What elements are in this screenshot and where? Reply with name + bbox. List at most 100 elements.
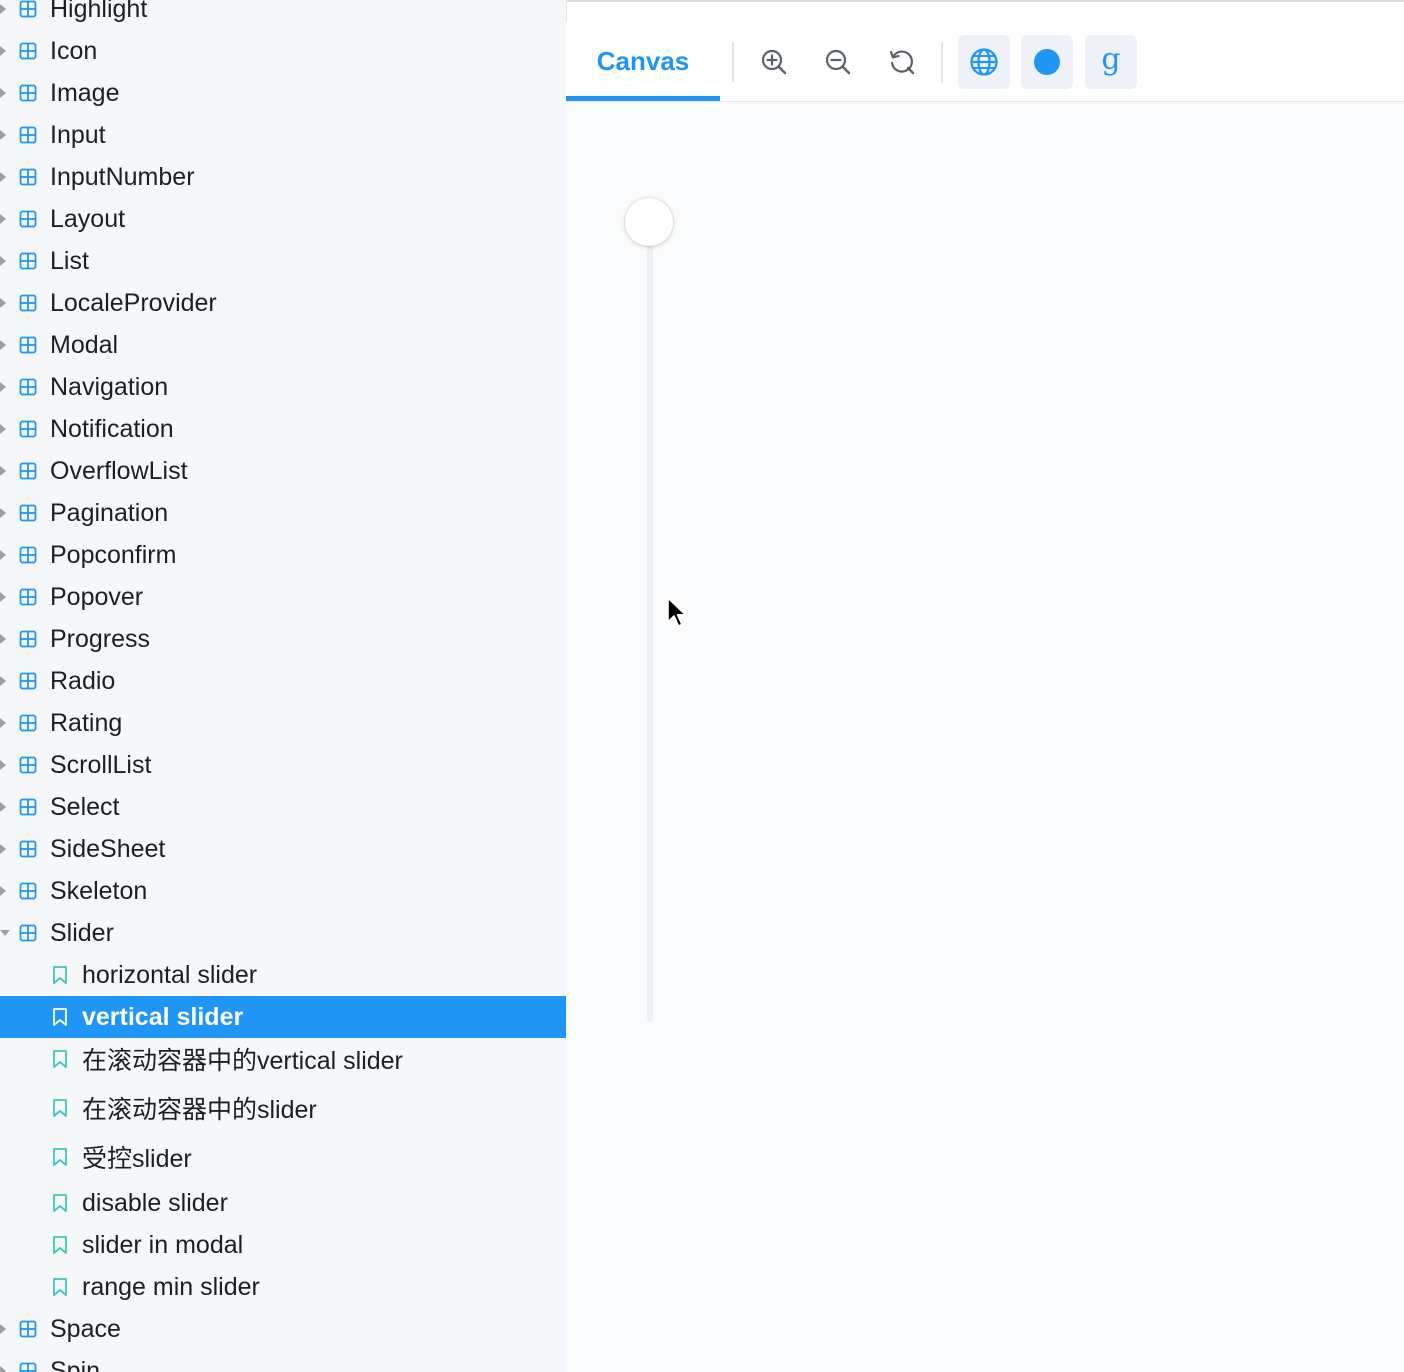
tree-item-label: Image <box>50 78 120 107</box>
tree-item-label: Popover <box>50 582 144 611</box>
component-grid-icon <box>19 168 37 186</box>
sidebar-item-localeprovider[interactable]: LocaleProvider <box>0 282 566 324</box>
caret-right-icon[interactable] <box>0 4 6 14</box>
sidebar-item-navigation[interactable]: Navigation <box>0 366 566 408</box>
caret-right-icon[interactable] <box>0 676 6 686</box>
caret-right-icon[interactable] <box>0 382 6 392</box>
sidebar-item-layout[interactable]: Layout <box>0 198 566 240</box>
component-grid-icon <box>19 126 37 144</box>
component-grid-icon <box>19 294 37 312</box>
story-item-range-min-slider[interactable]: range min slider <box>0 1266 566 1308</box>
caret-right-icon[interactable] <box>0 508 6 518</box>
circle-icon <box>1034 49 1060 75</box>
reset-zoom-button[interactable] <box>876 35 928 89</box>
sidebar-item-list[interactable]: List <box>0 240 566 282</box>
caret-right-icon[interactable] <box>0 1366 6 1372</box>
component-grid-icon <box>19 714 37 732</box>
sidebar-item-overflowlist[interactable]: OverflowList <box>0 450 566 492</box>
tree-item-label: LocaleProvider <box>50 288 217 317</box>
caret-right-icon[interactable] <box>0 1324 6 1334</box>
tree-item-label: SideSheet <box>50 834 166 863</box>
caret-right-icon[interactable] <box>0 760 6 770</box>
sidebar-item-inputnumber[interactable]: InputNumber <box>0 156 566 198</box>
caret-right-icon[interactable] <box>0 886 6 896</box>
component-grid-icon <box>19 840 37 858</box>
bookmark-icon <box>53 1278 67 1296</box>
tree-item-label: Modal <box>50 330 119 359</box>
sidebar-item-icon[interactable]: Icon <box>0 30 566 72</box>
theme-button[interactable] <box>1021 35 1073 89</box>
caret-right-icon[interactable] <box>0 466 6 476</box>
caret-right-icon[interactable] <box>0 844 6 854</box>
sidebar-item-space[interactable]: Space <box>0 1308 566 1350</box>
tree-item-label: ScrollList <box>50 750 152 779</box>
sidebar-item-modal[interactable]: Modal <box>0 324 566 366</box>
tree-item-label: Space <box>50 1314 121 1343</box>
vertical-slider-rail[interactable] <box>647 222 653 1022</box>
sidebar-item-popconfirm[interactable]: Popconfirm <box>0 534 566 576</box>
tree-item-label: Pagination <box>50 498 169 527</box>
caret-right-icon[interactable] <box>0 46 6 56</box>
story-item-horizontal-slider[interactable]: horizontal slider <box>0 954 566 996</box>
sidebar-item-progress[interactable]: Progress <box>0 618 566 660</box>
zoom-in-button[interactable] <box>748 35 800 89</box>
mouse-cursor-icon <box>667 597 687 627</box>
sidebar-item-select[interactable]: Select <box>0 786 566 828</box>
sidebar-item-slider[interactable]: Slider <box>0 912 566 954</box>
component-grid-icon <box>19 504 37 522</box>
component-grid-icon <box>19 756 37 774</box>
caret-down-icon[interactable] <box>0 930 10 936</box>
story-item-vertical-slider[interactable]: vertical slider <box>0 996 566 1038</box>
sidebar-item-sidesheet[interactable]: SideSheet <box>0 828 566 870</box>
sidebar-item-spin[interactable]: Spin <box>0 1350 566 1372</box>
tree-item-label: List <box>50 246 89 275</box>
sidebar-item-input[interactable]: Input <box>0 114 566 156</box>
caret-right-icon[interactable] <box>0 424 6 434</box>
story-item-受控slider[interactable]: 受控slider <box>0 1136 566 1178</box>
caret-right-icon[interactable] <box>0 256 6 266</box>
sidebar-item-rating[interactable]: Rating <box>0 702 566 744</box>
tree-item-label: Rating <box>50 708 123 737</box>
story-item-slider-in-modal[interactable]: slider in modal <box>0 1224 566 1266</box>
g-button[interactable]: g <box>1085 35 1137 89</box>
component-grid-icon <box>19 1362 37 1372</box>
caret-right-icon[interactable] <box>0 592 6 602</box>
tree-item-label: OverflowList <box>50 456 188 485</box>
caret-right-icon[interactable] <box>0 550 6 560</box>
globe-icon <box>970 48 998 76</box>
tree-item-label: Radio <box>50 666 116 695</box>
caret-right-icon[interactable] <box>0 634 6 644</box>
sidebar-item-radio[interactable]: Radio <box>0 660 566 702</box>
component-grid-icon <box>19 420 37 438</box>
locale-button[interactable] <box>958 35 1010 89</box>
tree-item-label: Skeleton <box>50 876 148 905</box>
story-item-在滚动容器中的vertical-slider[interactable]: 在滚动容器中的vertical slider <box>0 1038 566 1080</box>
tree-item-label: Navigation <box>50 372 169 401</box>
zoom-out-button[interactable] <box>812 35 864 89</box>
tree-item-label: InputNumber <box>50 162 195 191</box>
g-icon: g <box>1101 42 1121 77</box>
caret-right-icon[interactable] <box>0 88 6 98</box>
caret-right-icon[interactable] <box>0 172 6 182</box>
component-grid-icon <box>19 882 37 900</box>
caret-right-icon[interactable] <box>0 214 6 224</box>
story-item-disable-slider[interactable]: disable slider <box>0 1182 566 1224</box>
caret-right-icon[interactable] <box>0 802 6 812</box>
caret-right-icon[interactable] <box>0 340 6 350</box>
caret-right-icon[interactable] <box>0 718 6 728</box>
toolbar-divider <box>732 42 734 82</box>
sidebar-item-pagination[interactable]: Pagination <box>0 492 566 534</box>
story-item-在滚动容器中的slider[interactable]: 在滚动容器中的slider <box>0 1087 566 1129</box>
sidebar-item-highlight[interactable]: Highlight <box>0 0 566 30</box>
tab-canvas[interactable]: Canvas <box>566 22 720 101</box>
sidebar-item-scrolllist[interactable]: ScrollList <box>0 744 566 786</box>
caret-right-icon[interactable] <box>0 298 6 308</box>
caret-right-icon[interactable] <box>0 130 6 140</box>
sidebar-item-image[interactable]: Image <box>0 72 566 114</box>
sidebar-item-popover[interactable]: Popover <box>0 576 566 618</box>
sidebar-item-skeleton[interactable]: Skeleton <box>0 870 566 912</box>
component-grid-icon <box>19 924 37 942</box>
vertical-slider-handle[interactable] <box>625 198 673 246</box>
sidebar-item-notification[interactable]: Notification <box>0 408 566 450</box>
bookmark-icon <box>53 1148 67 1166</box>
